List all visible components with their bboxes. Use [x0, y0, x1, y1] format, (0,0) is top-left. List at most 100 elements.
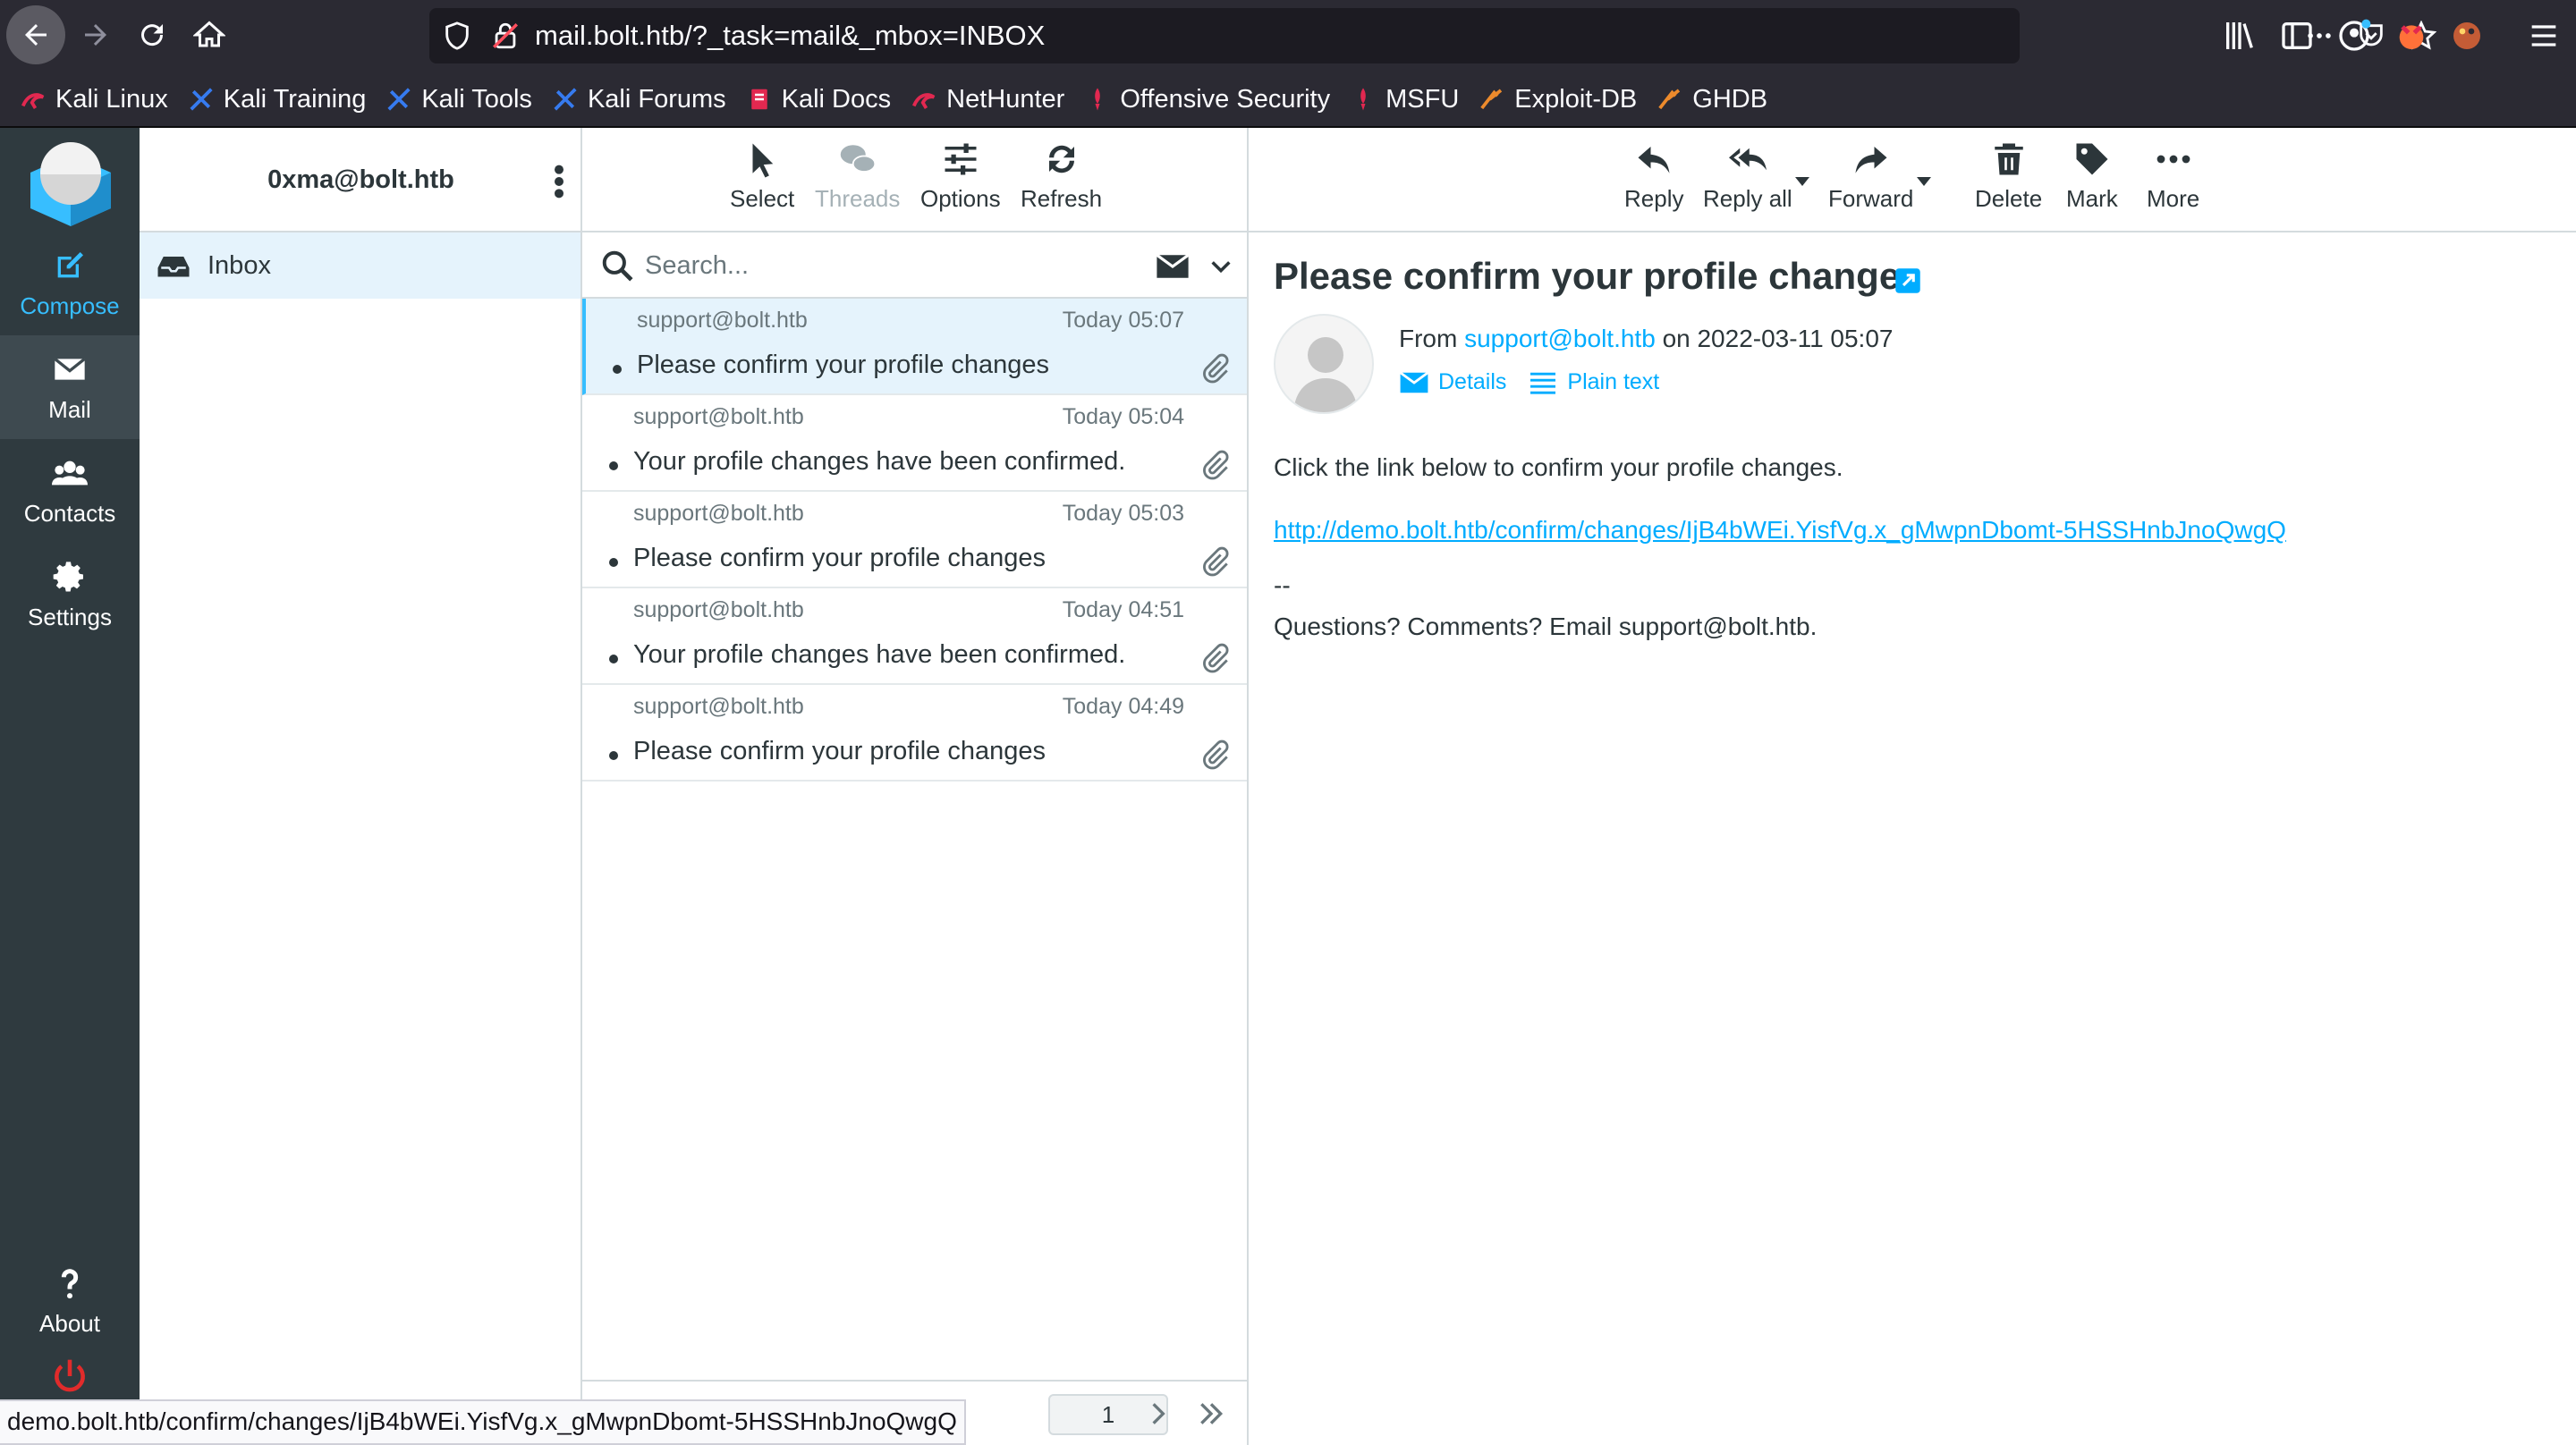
nav-compose[interactable]: Compose: [0, 232, 140, 335]
vertical-dots-icon[interactable]: [548, 164, 570, 199]
message-row[interactable]: support@bolt.htb Today 04:49 Please conf…: [582, 685, 1247, 782]
reload-button[interactable]: [123, 5, 182, 64]
message-subject: Please confirm your profile changes: [633, 544, 1046, 572]
bookmark-kali-tools[interactable]: Kali Tools: [386, 85, 532, 114]
double-chevron-right-icon[interactable]: [1196, 1399, 1226, 1428]
caret-down-icon[interactable]: [1916, 176, 1932, 187]
details-label: Details: [1438, 369, 1507, 394]
details-link[interactable]: Details: [1399, 369, 1506, 395]
nav-mail[interactable]: Mail: [0, 335, 140, 439]
more-button[interactable]: More: [2147, 140, 2199, 213]
forward-button[interactable]: [66, 5, 125, 64]
bookmark-offensive-security[interactable]: Offensive Security: [1084, 85, 1330, 114]
bookmark-msfu[interactable]: MSFU: [1350, 85, 1459, 114]
left-navigation: Compose Mail Contacts Settings About: [0, 128, 140, 1445]
nav-settings[interactable]: Settings: [0, 543, 140, 646]
message-row[interactable]: support@bolt.htb Today 05:04 Your profil…: [582, 395, 1247, 492]
from-line: From support@bolt.htb on 2022-03-11 05:0…: [1399, 325, 1893, 353]
back-button[interactable]: [6, 5, 65, 64]
reply-button[interactable]: Reply: [1624, 140, 1683, 213]
extension-fox-icon[interactable]: [2394, 18, 2429, 54]
roundcube-logo-icon: [30, 142, 111, 226]
bookmark-label: MSFU: [1385, 84, 1460, 114]
from-prefix: From: [1399, 325, 1458, 352]
folder-inbox-label: Inbox: [208, 250, 271, 280]
kali-docs-icon: [750, 89, 767, 110]
message-sender: support@bolt.htb: [633, 694, 804, 719]
bookmark-label: NetHunter: [946, 84, 1065, 114]
nav-contacts[interactable]: Contacts: [0, 439, 140, 543]
plain-text-link[interactable]: Plain text: [1528, 369, 1659, 395]
library-icon[interactable]: [2222, 18, 2258, 54]
caret-down-icon[interactable]: [1794, 176, 1810, 187]
bookmark-kali-linux[interactable]: Kali Linux: [20, 85, 168, 114]
chevron-down-icon[interactable]: [1208, 254, 1233, 279]
kali-tools-icon: [190, 88, 213, 111]
bookmark-nethunter[interactable]: NetHunter: [911, 85, 1064, 114]
browser-toolbar: mail.bolt.htb/?_task=mail&_mbox=INBOX: [0, 0, 2576, 71]
threads-button[interactable]: Threads: [815, 140, 900, 213]
folder-inbox[interactable]: Inbox: [140, 232, 580, 299]
forward-button[interactable]: Forward: [1828, 140, 1913, 213]
message-row[interactable]: support@bolt.htb Today 04:51 Your profil…: [582, 588, 1247, 685]
nav-contacts-label: Contacts: [23, 499, 116, 527]
bookmark-kali-training[interactable]: Kali Training: [188, 85, 366, 114]
kali-tools-icon: [554, 88, 577, 111]
account-icon[interactable]: [2336, 18, 2372, 54]
cursor-icon: [752, 143, 774, 178]
message-sender: support@bolt.htb: [633, 501, 804, 526]
unread-dot: [609, 751, 618, 760]
delete-button[interactable]: Delete: [1975, 140, 2042, 213]
unread-dot: [609, 558, 618, 567]
bookmark-label: GHDB: [1692, 84, 1768, 114]
options-button[interactable]: Options: [920, 140, 1001, 213]
arrow-left-icon: [25, 24, 47, 46]
confirm-link[interactable]: http://demo.bolt.htb/confirm/changes/IjB…: [1274, 516, 2286, 545]
hamburger-menu-icon[interactable]: [2526, 18, 2562, 54]
more-dots-icon: [2157, 155, 2190, 164]
sidebar-icon[interactable]: [2279, 18, 2315, 54]
refresh-label: Refresh: [1021, 185, 1103, 212]
bookmark-label: Kali Forums: [587, 84, 726, 114]
kali-dragon-icon: [21, 93, 45, 109]
message-subject: Your profile changes have been confirmed…: [633, 640, 1126, 669]
message-date: Today 04:49: [1062, 694, 1184, 719]
bookmark-ghdb[interactable]: GHDB: [1657, 85, 1767, 114]
extension-palette-icon[interactable]: [2449, 18, 2485, 54]
reply-all-button[interactable]: Reply all: [1703, 140, 1792, 213]
mark-button[interactable]: Mark: [2066, 140, 2118, 213]
search-input[interactable]: [645, 243, 1110, 288]
sender-address[interactable]: support@bolt.htb: [1464, 325, 1656, 352]
nav-about[interactable]: About: [0, 1249, 140, 1353]
reply-all-label: Reply all: [1703, 185, 1792, 212]
select-button[interactable]: Select: [730, 140, 794, 213]
reading-pane: Reply Reply all Forward Delete Mark More…: [1249, 128, 2576, 1445]
sender-avatar: [1274, 314, 1374, 414]
external-link-icon[interactable]: [1894, 267, 1921, 294]
unread-dot: [613, 365, 622, 374]
chevron-right-icon[interactable]: [1144, 1399, 1173, 1428]
power-icon[interactable]: [50, 1356, 89, 1396]
envelope-icon[interactable]: [1155, 252, 1191, 281]
message-list: support@bolt.htb Today 05:07 Please conf…: [582, 299, 1247, 782]
message-date: Today 05:03: [1062, 501, 1184, 526]
bookmark-kali-docs[interactable]: Kali Docs: [746, 85, 891, 114]
kali-dragon-icon: [912, 93, 936, 109]
message-row[interactable]: support@bolt.htb Today 05:03 Please conf…: [582, 492, 1247, 588]
mark-label: Mark: [2066, 185, 2118, 212]
home-button[interactable]: [180, 5, 239, 64]
bookmark-exploit-db[interactable]: Exploit-DB: [1479, 85, 1637, 114]
message-date: Today 04:51: [1062, 597, 1184, 622]
url-text[interactable]: mail.bolt.htb/?_task=mail&_mbox=INBOX: [535, 8, 1045, 63]
url-bar[interactable]: mail.bolt.htb/?_task=mail&_mbox=INBOX: [429, 8, 2436, 63]
bookmark-kali-forums[interactable]: Kali Forums: [552, 85, 726, 114]
message-sender: support@bolt.htb: [633, 404, 804, 429]
threads-label: Threads: [815, 185, 901, 212]
trash-icon: [1994, 143, 2023, 175]
refresh-button[interactable]: Refresh: [1021, 140, 1102, 213]
message-row[interactable]: support@bolt.htb Today 05:07 Please conf…: [582, 299, 1247, 395]
message-list-pane: Select Threads Options Refresh supp: [582, 128, 1249, 1445]
forward-label: Forward: [1828, 185, 1914, 212]
exploitdb-icon: [1480, 89, 1503, 110]
paperclip-icon: [1203, 643, 1229, 673]
